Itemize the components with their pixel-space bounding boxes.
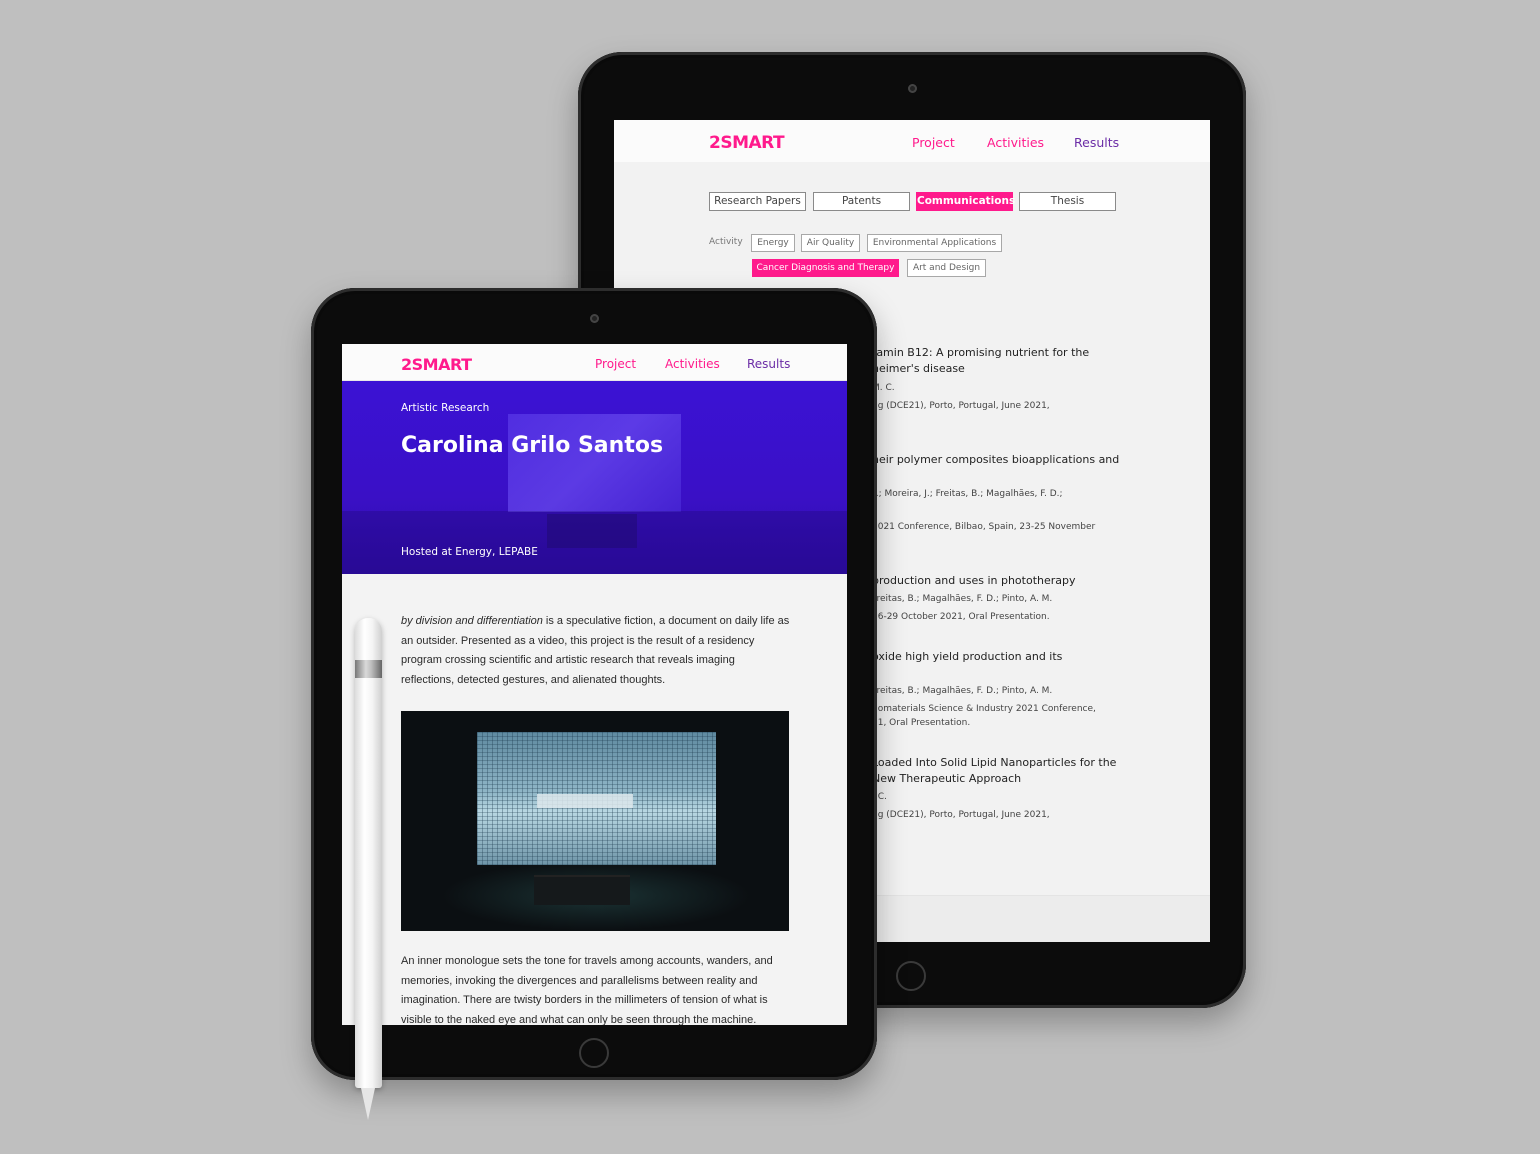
front-tablet: 2SMART Project Activities Results Artist… — [311, 288, 877, 1080]
logo[interactable]: 2SMART — [401, 355, 472, 374]
chip-energy[interactable]: Energy — [751, 234, 795, 252]
home-button[interactable] — [579, 1038, 609, 1068]
project-photo — [401, 711, 789, 931]
chip-art-and-design[interactable]: Art and Design — [907, 259, 986, 277]
publication-authors: Freitas, B.; Magalhães, F. D.; Pinto, A.… — [872, 594, 1053, 604]
publication-title[interactable]: heimer's disease — [872, 361, 965, 377]
publication-title[interactable]: New Therapeutic Approach — [872, 771, 1021, 787]
tab-patents[interactable]: Patents — [813, 192, 910, 211]
stylus-pencil — [355, 618, 382, 1123]
publication-authors: F.; Moreira, J.; Freitas, B.; Magalhães,… — [872, 489, 1063, 499]
chip-environmental-applications[interactable]: Environmental Applications — [867, 234, 1002, 252]
work-title: by division and differentiation — [401, 615, 543, 627]
nav-results[interactable]: Results — [1074, 135, 1119, 150]
publication-venue: nomaterials Science & Industry 2021 Conf… — [872, 704, 1096, 714]
publication-venue: 26-29 October 2021, Oral Presentation. — [872, 612, 1050, 622]
camera-icon — [590, 314, 599, 323]
publication-title[interactable]: tamin B12: A promising nutrient for the — [872, 345, 1089, 361]
home-button[interactable] — [896, 961, 926, 991]
publication-authors: Freitas, B.; Magalhães, F. D.; Pinto, A.… — [872, 686, 1053, 696]
nav-activities[interactable]: Activities — [987, 135, 1044, 150]
publication-venue: 2021 Conference, Bilbao, Spain, 23-25 No… — [872, 522, 1096, 532]
projection-screen — [477, 732, 716, 865]
tab-communications[interactable]: Communications — [916, 192, 1015, 211]
front-tablet-screen: 2SMART Project Activities Results Artist… — [342, 344, 847, 1025]
hero-banner: Artistic Research Carolina Grilo Santos … — [342, 381, 847, 574]
activity-filter-label: Activity — [709, 237, 743, 247]
pencil-band — [355, 660, 382, 678]
chip-cancer-diagnosis[interactable]: Cancer Diagnosis and Therapy — [752, 259, 899, 277]
publication-venue: ng (DCE21), Porto, Portugal, June 2021, — [872, 810, 1050, 820]
nav-project[interactable]: Project — [595, 357, 636, 371]
top-navigation: 2SMART Project Activities Results — [614, 120, 1210, 162]
pencil-tip — [361, 1088, 375, 1120]
publication-title[interactable]: production and uses in phototherapy — [872, 573, 1076, 589]
page-title: Carolina Grilo Santos — [401, 433, 664, 458]
chip-air-quality[interactable]: Air Quality — [801, 234, 860, 252]
publication-title[interactable]: oxide high yield production and its — [872, 649, 1062, 665]
tab-thesis[interactable]: Thesis — [1019, 192, 1116, 211]
hero-category: Artistic Research — [401, 402, 490, 414]
publication-venue: ng (DCE21), Porto, Portugal, June 2021, — [872, 401, 1050, 411]
publication-title[interactable]: Loaded Into Solid Lipid Nanoparticles fo… — [872, 755, 1116, 771]
hero-projector-shape — [547, 514, 637, 548]
camera-icon — [908, 84, 917, 93]
nav-project[interactable]: Project — [912, 135, 955, 150]
projector-box — [534, 875, 630, 905]
top-navigation: 2SMART Project Activities Results — [342, 344, 847, 381]
hero-background-image — [508, 414, 681, 512]
nav-activities[interactable]: Activities — [665, 357, 720, 371]
logo[interactable]: 2SMART — [709, 133, 785, 153]
publication-venue: 21, Oral Presentation. — [872, 718, 971, 728]
second-paragraph: An inner monologue sets the tone for tra… — [401, 955, 773, 1025]
publication-title[interactable]: heir polymer composites bioapplications … — [872, 452, 1119, 468]
nav-results[interactable]: Results — [747, 357, 790, 371]
hero-hosted-at: Hosted at Energy, LEPABE — [401, 546, 538, 558]
tab-research-papers[interactable]: Research Papers — [709, 192, 806, 211]
intro-paragraph: by division and differentiation is a spe… — [401, 612, 791, 690]
